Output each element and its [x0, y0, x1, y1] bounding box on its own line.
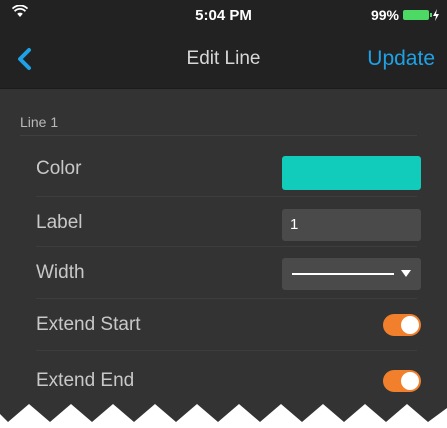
battery-percent: 99%: [370, 7, 399, 23]
extend-start-label: Extend Start: [36, 314, 141, 335]
edit-line-screen: 5:04 PM 99% Edit Line Update Line 1 Colo…: [0, 0, 447, 428]
battery-indicator: 99%: [371, 7, 439, 23]
row-divider: [36, 350, 417, 351]
update-button[interactable]: Update: [367, 47, 435, 71]
charging-bolt-icon: [433, 9, 439, 21]
width-label: Width: [36, 262, 85, 283]
section-header: Line 1: [20, 114, 59, 130]
label-input[interactable]: 1: [282, 209, 421, 241]
status-bar: 5:04 PM 99%: [0, 0, 447, 30]
extend-start-toggle[interactable]: [383, 314, 421, 336]
toggle-knob: [401, 316, 419, 334]
width-dropdown[interactable]: [282, 258, 421, 290]
caret-down-icon: [401, 270, 411, 277]
line-width-icon: [292, 273, 394, 275]
color-label: Color: [36, 158, 82, 179]
battery-icon: [403, 10, 432, 20]
extend-end-toggle[interactable]: [383, 370, 421, 392]
color-row: Color: [0, 142, 447, 196]
extend-start-row: Extend Start: [0, 298, 447, 352]
label-label: Label: [36, 212, 83, 233]
toggle-knob: [401, 372, 419, 390]
section-divider: [20, 135, 417, 136]
color-swatch[interactable]: [282, 156, 421, 190]
width-row: Width: [0, 246, 447, 300]
torn-edge: [0, 404, 447, 428]
label-row: Label 1: [0, 196, 447, 250]
navigation-bar: Edit Line Update: [0, 30, 447, 89]
extend-end-label: Extend End: [36, 370, 135, 391]
